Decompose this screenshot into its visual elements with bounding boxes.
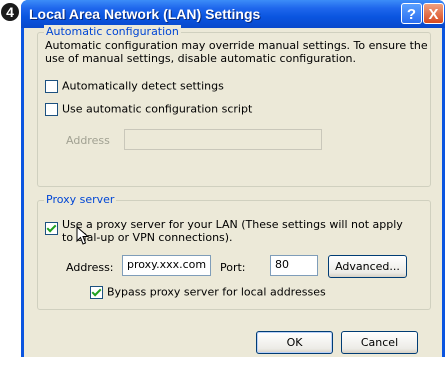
script-address-input — [124, 129, 322, 150]
close-icon: X — [428, 6, 439, 23]
window-title: Local Area Network (LAN) Settings — [29, 6, 261, 22]
proxy-server-legend: Proxy server — [44, 193, 117, 206]
use-proxy-label[interactable]: Use a proxy server for your LAN (These s… — [62, 218, 415, 244]
bypass-local-checkbox[interactable] — [90, 285, 103, 299]
proxy-port-input[interactable]: 80 — [270, 255, 318, 276]
step-number-badge: 4 — [1, 3, 19, 21]
proxy-port-label: Port: — [220, 261, 246, 274]
lan-settings-dialog: Local Area Network (LAN) Settings ? X Au… — [21, 0, 445, 357]
auto-detect-checkbox[interactable] — [45, 79, 58, 93]
auto-config-script-checkbox[interactable] — [45, 102, 58, 116]
auto-config-script-row[interactable]: Use automatic configuration script — [45, 102, 252, 116]
automatic-configuration-description: Automatic configuration may override man… — [45, 39, 428, 65]
use-proxy-checkbox[interactable] — [45, 222, 58, 235]
advanced-button[interactable]: Advanced... — [328, 255, 407, 278]
help-icon: ? — [406, 6, 417, 23]
dialog-body: Automatic configuration Automatic config… — [24, 25, 442, 357]
mouse-pointer-icon — [76, 226, 90, 245]
auto-detect-label[interactable]: Automatically detect settings — [62, 80, 224, 93]
help-button[interactable]: ? — [401, 3, 422, 24]
proxy-address-label: Address: — [66, 261, 114, 274]
automatic-configuration-legend: Automatic configuration — [44, 25, 181, 38]
cancel-button[interactable]: Cancel — [341, 331, 418, 354]
use-proxy-row[interactable]: Use a proxy server for your LAN (These s… — [45, 218, 415, 244]
auto-config-script-label[interactable]: Use automatic configuration script — [62, 103, 252, 116]
bypass-local-row[interactable]: Bypass proxy server for local addresses — [90, 285, 326, 299]
title-bar[interactable]: Local Area Network (LAN) Settings ? X — [21, 0, 445, 28]
script-address-label: Address — [66, 134, 110, 147]
ok-button[interactable]: OK — [256, 331, 333, 354]
bypass-local-label[interactable]: Bypass proxy server for local addresses — [107, 286, 326, 299]
proxy-address-input[interactable]: proxy.xxx.com — [122, 255, 211, 276]
close-button[interactable]: X — [423, 3, 444, 24]
auto-detect-row[interactable]: Automatically detect settings — [45, 79, 224, 93]
